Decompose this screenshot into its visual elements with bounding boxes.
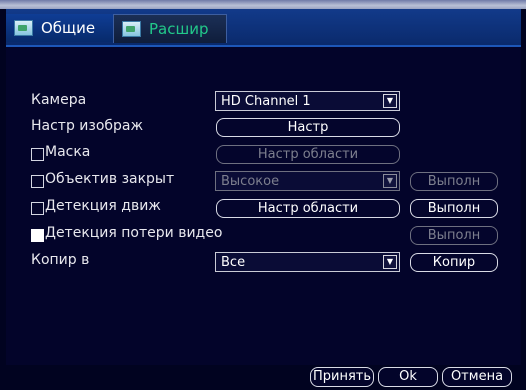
camera-icon	[14, 20, 33, 36]
motion-area-button[interactable]: Настр области	[216, 199, 400, 218]
sensitivity-select[interactable]: Высокое ▼	[215, 171, 400, 191]
tab-general[interactable]: Общие	[6, 14, 113, 42]
tab-general-label: Общие	[41, 19, 96, 37]
chevron-down-icon[interactable]: ▼	[383, 255, 397, 269]
copy-button[interactable]: Копир	[410, 253, 498, 272]
tab-advanced-label: Расшир	[149, 20, 209, 38]
copy-to-select[interactable]: Все ▼	[215, 252, 400, 272]
chevron-down-icon[interactable]: ▼	[383, 94, 397, 108]
video-loss-run-button[interactable]: Выполн	[410, 226, 498, 245]
camera-label: Камера	[31, 92, 87, 108]
mask-area-button[interactable]: Настр области	[216, 145, 400, 164]
video-loss-label: Детекция потери видео	[45, 225, 223, 241]
video-loss-checkbox[interactable]	[31, 229, 44, 242]
copy-to-select-value: Все	[221, 254, 246, 270]
motion-detect-checkbox[interactable]	[31, 202, 44, 215]
motion-detect-run-button[interactable]: Выполн	[410, 199, 498, 218]
tab-bar: Общие Расшир	[6, 9, 521, 47]
mask-checkbox[interactable]	[31, 148, 44, 161]
lens-closed-checkbox[interactable]	[31, 175, 44, 188]
copy-to-label: Копир в	[31, 252, 90, 268]
sensitivity-select-value: Высокое	[221, 173, 280, 189]
tab-advanced[interactable]: Расшир	[113, 14, 227, 43]
settings-panel: Камера HD Channel 1 ▼ Настр изображ Наст…	[6, 47, 521, 365]
cancel-button[interactable]: Отмена	[442, 367, 512, 387]
camera-icon	[122, 21, 141, 37]
image-settings-label: Настр изображ	[31, 118, 144, 134]
apply-button[interactable]: Принять	[310, 367, 374, 387]
lens-closed-label: Объектив закрыт	[45, 171, 175, 187]
window-top-strip	[0, 0, 526, 9]
advanced-settings-window: Общие Расшир Камера HD Channel 1 ▼ Настр…	[0, 0, 526, 390]
chevron-down-icon[interactable]: ▼	[383, 174, 397, 188]
image-settings-button[interactable]: Настр	[216, 118, 400, 137]
camera-select[interactable]: HD Channel 1 ▼	[215, 91, 400, 111]
motion-detect-label: Детекция движ	[45, 198, 161, 214]
camera-select-value: HD Channel 1	[221, 93, 311, 109]
ok-button[interactable]: Ok	[378, 367, 438, 387]
lens-closed-run-button[interactable]: Выполн	[410, 172, 498, 191]
mask-label: Маска	[45, 144, 91, 160]
